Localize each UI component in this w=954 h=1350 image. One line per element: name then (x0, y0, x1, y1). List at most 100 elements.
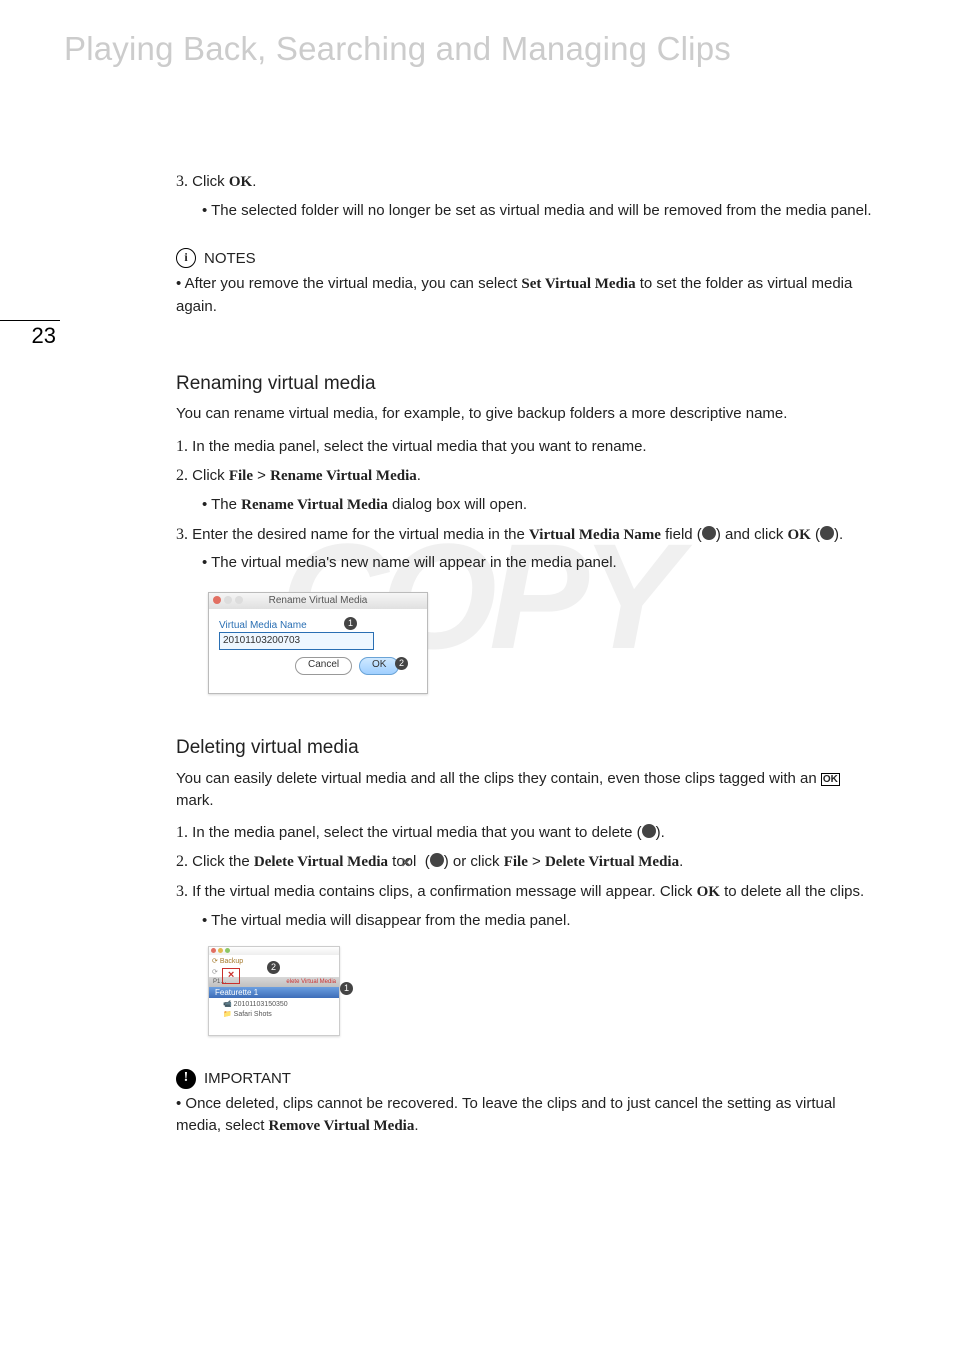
period: . (417, 467, 421, 484)
callout-2-icon: 2 (395, 657, 408, 670)
pre: You can easily delete virtual media and … (176, 770, 821, 787)
minimize-icon (218, 948, 223, 953)
rename-step2-bullet: • The Rename Virtual Media dialog box wi… (176, 494, 876, 517)
mid2: ) and click (716, 526, 788, 543)
field-bold: Virtual Media Name (529, 527, 661, 543)
selected-media-row[interactable]: Featurette 1 (209, 987, 339, 998)
step-number: 3. (176, 173, 188, 190)
heading-renaming: Renaming virtual media (176, 370, 876, 398)
bold: Remove Virtual Media (269, 1118, 415, 1134)
callout-1-icon: 1 (344, 617, 357, 630)
backup-button[interactable]: ⟳ Backup (212, 957, 243, 967)
pre: In the media panel, select the virtual m… (192, 824, 641, 841)
close-icon (213, 596, 221, 604)
heading-deleting: Deleting virtual media (176, 734, 876, 762)
window-traffic-lights (211, 948, 230, 953)
media-panel-window: ⟳ Backup ⟳ × P1… elete Virtual Media Fea… (208, 946, 340, 1036)
cancel-button[interactable]: Cancel (295, 657, 352, 675)
backup-label: Backup (220, 958, 243, 965)
post: mark. (176, 792, 214, 809)
pclose: ). (834, 526, 843, 543)
deleting-intro: You can easily delete virtual media and … (176, 768, 876, 812)
dialog-title: Rename Virtual Media (269, 595, 368, 606)
important-label: IMPORTANT (204, 1068, 291, 1090)
info-icon: i (176, 248, 196, 268)
rename-step3: 3. Enter the desired name for the virtua… (176, 523, 876, 547)
pre: Enter the desired name for the virtual m… (192, 526, 529, 543)
callout-1-icon: 1 (702, 526, 716, 540)
file-bold: File (504, 854, 528, 870)
post: to delete all the clips. (720, 883, 864, 900)
step-text: Click (192, 173, 229, 190)
step-number: 2. (176, 467, 188, 484)
page-header-title: Playing Back, Searching and Managing Cli… (64, 30, 731, 68)
period: . (679, 853, 683, 870)
post: ). (656, 824, 665, 841)
rename-step2: 2. Click File > Rename Virtual Media. (176, 464, 876, 488)
step-number: 1. (176, 824, 188, 841)
entry-label: Safari Shots (234, 1011, 272, 1018)
page-number-box: 23 (0, 320, 60, 349)
pre: • The (202, 496, 241, 513)
mid2: ) or click (444, 853, 504, 870)
important-bullet: • Once deleted, clips cannot be recovere… (176, 1093, 876, 1138)
popen: ( (811, 526, 820, 543)
close-icon (211, 948, 216, 953)
toolname-bold: Delete Virtual Media (254, 854, 388, 870)
notes-bold: Set Virtual Media (521, 276, 635, 292)
list-item[interactable]: 📹 20101103150350 (223, 1000, 339, 1010)
entries: 📹 20101103150350 📁 Safari Shots (209, 998, 339, 1020)
delete-step3: 3. If the virtual media contains clips, … (176, 880, 876, 904)
virtual-media-name-input[interactable]: 20101103200703 (219, 632, 374, 650)
minimize-icon (224, 596, 232, 604)
gt: > (528, 853, 545, 870)
ok-bold: OK (697, 884, 720, 900)
renaming-intro: You can rename virtual media, for exampl… (176, 403, 876, 425)
gt: > (253, 467, 270, 484)
figure-rename-dialog: Rename Virtual Media Virtual Media Name … (208, 592, 428, 694)
notes-label: NOTES (204, 248, 256, 270)
ok-bold: OK (229, 174, 252, 190)
pre: If the virtual media contains clips, a c… (192, 883, 696, 900)
callout-1-icon: 1 (642, 824, 656, 838)
notes-pre: • After you remove the virtual media, yo… (176, 275, 521, 292)
rename-step1: 1. In the media panel, select the virtua… (176, 435, 876, 458)
post: . (414, 1117, 418, 1134)
list-item[interactable]: 📁 Safari Shots (223, 1010, 339, 1020)
step-3-click-ok: 3. Click OK. (176, 170, 876, 194)
important-icon: ! (176, 1069, 196, 1089)
callout-2-icon: 2 (820, 526, 834, 540)
pre: Click the (192, 853, 254, 870)
step-number: 1. (176, 438, 188, 455)
entry-label: 20101103150350 (234, 1001, 288, 1008)
important-label-row: ! IMPORTANT (176, 1068, 291, 1090)
file-bold: File (229, 468, 253, 484)
step-number: 3. (176, 883, 188, 900)
figure-media-panel: ⟳ Backup ⟳ × P1… elete Virtual Media Fea… (208, 946, 343, 1038)
callout-2-icon: 2 (430, 853, 444, 867)
ok-button[interactable]: OK (359, 657, 399, 675)
step-text: In the media panel, select the virtual m… (192, 438, 646, 455)
tooltip-tail: elete Virtual Media (286, 977, 339, 987)
step-period: . (252, 173, 256, 190)
delete-step2: 2. Click the Delete Virtual Media tool ✕… (176, 850, 876, 874)
delete-step1: 1. In the media panel, select the virtua… (176, 821, 876, 844)
zoom-icon (235, 596, 243, 604)
notes-label-row: i NOTES (176, 248, 256, 270)
rename-step3-bullet: • The virtual media's new name will appe… (176, 552, 876, 574)
popen: ( (421, 853, 430, 870)
step-3-bullet: • The selected folder will no longer be … (176, 200, 876, 222)
delete-step3-bullet: • The virtual media will disappear from … (176, 910, 876, 932)
cmd-bold: Rename Virtual Media (270, 468, 417, 484)
window-traffic-lights (213, 596, 243, 604)
tab-label: P1… (213, 979, 226, 985)
bold: Rename Virtual Media (241, 497, 388, 513)
dialog-titlebar: Rename Virtual Media (209, 593, 427, 609)
window-titlebar (209, 947, 339, 955)
step-text: Click (192, 467, 229, 484)
page-number: 23 (32, 321, 56, 349)
step-number: 2. (176, 853, 188, 870)
step-number: 3. (176, 526, 188, 543)
cmd-bold: Delete Virtual Media (545, 854, 679, 870)
ok-mark-icon: OK (821, 773, 840, 786)
